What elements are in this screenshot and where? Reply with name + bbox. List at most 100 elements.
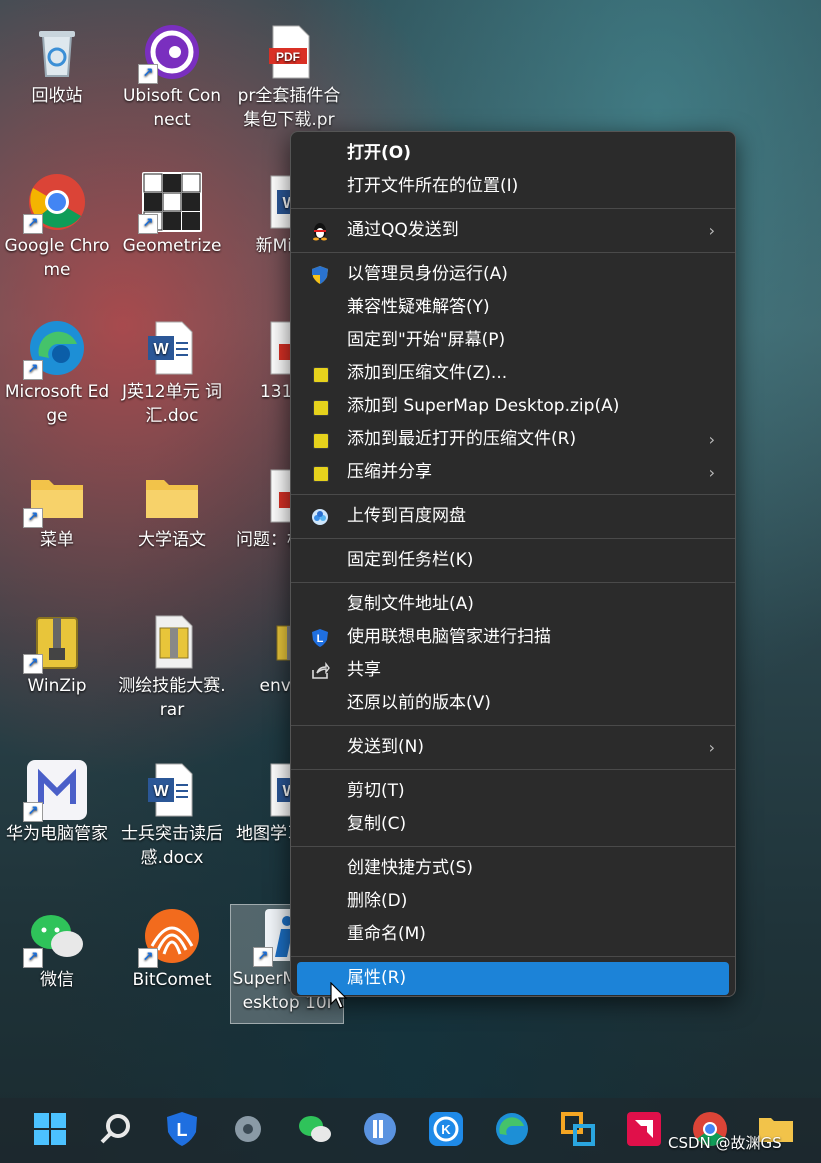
menu-item-share[interactable]: 共享	[297, 654, 729, 687]
submenu-arrow-icon: ›	[708, 463, 715, 482]
menu-item-label: 通过QQ发送到	[347, 220, 459, 240]
menu-item-label: 复制文件地址(A)	[347, 594, 474, 614]
taskbar-settings[interactable]	[229, 1110, 267, 1148]
svg-text:K: K	[441, 1122, 451, 1137]
desktop-icon-label: 士兵突击读后感.docx	[121, 824, 223, 868]
winzip-icon: ↗	[23, 612, 87, 674]
menu-item-send-to[interactable]: 发送到(N) ›	[297, 731, 729, 764]
pdf-document-icon: PDF	[259, 22, 319, 82]
taskbar-search-button[interactable]	[97, 1110, 135, 1148]
shortcut-arrow-icon: ↗	[138, 64, 158, 84]
desktop-icon-pr-plugins[interactable]: PDF pr全套插件合集包下载.pr	[233, 22, 345, 132]
app-icon	[561, 1112, 595, 1146]
menu-item-compatibility-troubleshoot[interactable]: 兼容性疑难解答(Y)	[297, 291, 729, 324]
menu-item-label: 添加到压缩文件(Z)...	[347, 363, 508, 383]
desktop-icon-microsoft-edge[interactable]: ↗ Microsoft Edge	[3, 318, 111, 428]
desktop-icon-label: 华为电脑管家	[6, 824, 108, 844]
menu-item-label: 属性(R)	[347, 968, 407, 988]
menu-item-label: 打开文件所在的位置(I)	[347, 176, 519, 196]
word-document-icon: W	[142, 760, 202, 820]
desktop-icon-bitcomet[interactable]: ↗ BitComet	[118, 906, 226, 992]
desktop-icon-label: 测绘技能大赛.rar	[118, 676, 226, 720]
shortcut-arrow-icon: ↗	[253, 947, 273, 967]
menu-separator	[291, 582, 735, 583]
svg-text:W: W	[153, 783, 169, 800]
menu-item-add-to-recent-archive[interactable]: 添加到最近打开的压缩文件(R) ›	[297, 423, 729, 456]
menu-item-label: 创建快捷方式(S)	[347, 858, 474, 878]
menu-item-open[interactable]: 打开(O)	[297, 137, 729, 170]
menu-item-label: 添加到最近打开的压缩文件(R)	[347, 429, 577, 449]
menu-item-label: 发送到(N)	[347, 737, 424, 757]
desktop-icon-label: BitComet	[132, 970, 212, 990]
desktop-icon-soldier-docx[interactable]: W 士兵突击读后感.docx	[118, 760, 226, 870]
menu-item-delete[interactable]: 删除(D)	[297, 885, 729, 918]
menu-item-restore-previous-versions[interactable]: 还原以前的版本(V)	[297, 687, 729, 720]
menu-item-copy[interactable]: 复制(C)	[297, 808, 729, 841]
menu-item-cut[interactable]: 剪切(T)	[297, 775, 729, 808]
menu-item-properties[interactable]: 属性(R)	[297, 962, 729, 995]
chrome-icon: ↗	[23, 172, 87, 234]
menu-separator	[291, 956, 735, 957]
menu-item-add-to-archive[interactable]: 添加到压缩文件(Z)...	[297, 357, 729, 390]
taskbar-edge[interactable]	[493, 1110, 531, 1148]
menu-item-send-via-qq[interactable]: 通过QQ发送到 ›	[297, 214, 729, 247]
menu-item-lenovo-scan[interactable]: L 使用联想电脑管家进行扫描	[297, 621, 729, 654]
archive-icon	[313, 466, 329, 482]
taskbar-amd[interactable]	[625, 1110, 663, 1148]
desktop-icon-label: Google Chrome	[4, 236, 110, 280]
taskbar-kugou[interactable]: K	[427, 1110, 465, 1148]
menu-item-copy-file-path[interactable]: 复制文件地址(A)	[297, 588, 729, 621]
shortcut-arrow-icon: ↗	[23, 360, 43, 380]
submenu-arrow-icon: ›	[708, 221, 715, 240]
archive-icon	[313, 433, 329, 449]
uac-shield-icon	[310, 265, 330, 285]
menu-item-open-file-location[interactable]: 打开文件所在的位置(I)	[297, 170, 729, 203]
desktop-icon-label: Geometrize	[122, 236, 222, 256]
taskbar-lenovo-manager[interactable]: L	[163, 1110, 201, 1148]
taskbar: L K	[0, 1098, 821, 1163]
desktop-icon-geometrize[interactable]: ↗ Geometrize	[118, 172, 226, 258]
recycle-bin-icon	[27, 22, 87, 82]
rar-archive-icon	[142, 612, 202, 672]
menu-separator	[291, 769, 735, 770]
menu-item-pin-to-taskbar[interactable]: 固定到任务栏(K)	[297, 544, 729, 577]
desktop-icon-menu-folder[interactable]: ↗ 菜单	[3, 466, 111, 552]
menu-item-upload-to-baidu[interactable]: 上传到百度网盘	[297, 500, 729, 533]
desktop-icon-recycle-bin[interactable]: 回收站	[3, 22, 111, 108]
lenovo-shield-icon: L	[167, 1112, 197, 1146]
desktop-icon-college-chinese-folder[interactable]: 大学语文	[118, 466, 226, 552]
svg-text:L: L	[177, 1120, 188, 1140]
desktop-icon-wechat[interactable]: ↗ 微信	[3, 906, 111, 992]
shortcut-arrow-icon: ↗	[23, 802, 43, 822]
menu-item-label: 添加到 SuperMap Desktop.zip(A)	[347, 396, 620, 416]
menu-item-create-shortcut[interactable]: 创建快捷方式(S)	[297, 852, 729, 885]
desktop-icon-huawei-pc-manager[interactable]: ↗ 华为电脑管家	[3, 760, 111, 846]
taskbar-app-square[interactable]	[559, 1110, 597, 1148]
windows-logo-icon	[34, 1113, 66, 1145]
folder-icon: ↗	[23, 466, 87, 528]
start-button[interactable]	[31, 1110, 69, 1148]
menu-item-rename[interactable]: 重命名(M)	[297, 918, 729, 951]
menu-item-pin-to-start[interactable]: 固定到"开始"屏幕(P)	[297, 324, 729, 357]
desktop-icon-label: Ubisoft Connect	[122, 86, 221, 130]
menu-item-add-to-supermap-zip[interactable]: 添加到 SuperMap Desktop.zip(A)	[297, 390, 729, 423]
svg-text:W: W	[153, 341, 169, 358]
taskbar-app-blue[interactable]	[361, 1110, 399, 1148]
menu-item-run-as-admin[interactable]: 以管理员身份运行(A)	[297, 258, 729, 291]
shortcut-arrow-icon: ↗	[138, 948, 158, 968]
desktop-icon-winzip[interactable]: ↗ WinZip	[3, 612, 111, 698]
menu-item-label: 兼容性疑难解答(Y)	[347, 297, 490, 317]
bitcomet-icon: ↗	[138, 906, 202, 968]
menu-item-compress-and-share[interactable]: 压缩并分享 ›	[297, 456, 729, 489]
desktop-icon-label: J英12单元 词汇.doc	[121, 382, 223, 426]
desktop-icon-ubisoft-connect[interactable]: ↗ Ubisoft Connect	[118, 22, 226, 132]
desktop-icon-surveying-rar[interactable]: 测绘技能大赛.rar	[118, 612, 226, 722]
menu-item-label: 上传到百度网盘	[347, 506, 466, 526]
taskbar-wechat[interactable]	[296, 1110, 334, 1148]
desktop-icon-english-doc[interactable]: W J英12单元 词汇.doc	[118, 318, 226, 428]
mouse-cursor-icon	[330, 981, 350, 1014]
svg-text:PDF: PDF	[276, 50, 300, 64]
geometrize-icon: ↗	[138, 172, 202, 234]
desktop-icon-google-chrome[interactable]: ↗ Google Chrome	[3, 172, 111, 282]
desktop-icon-label: 大学语文	[138, 530, 206, 550]
